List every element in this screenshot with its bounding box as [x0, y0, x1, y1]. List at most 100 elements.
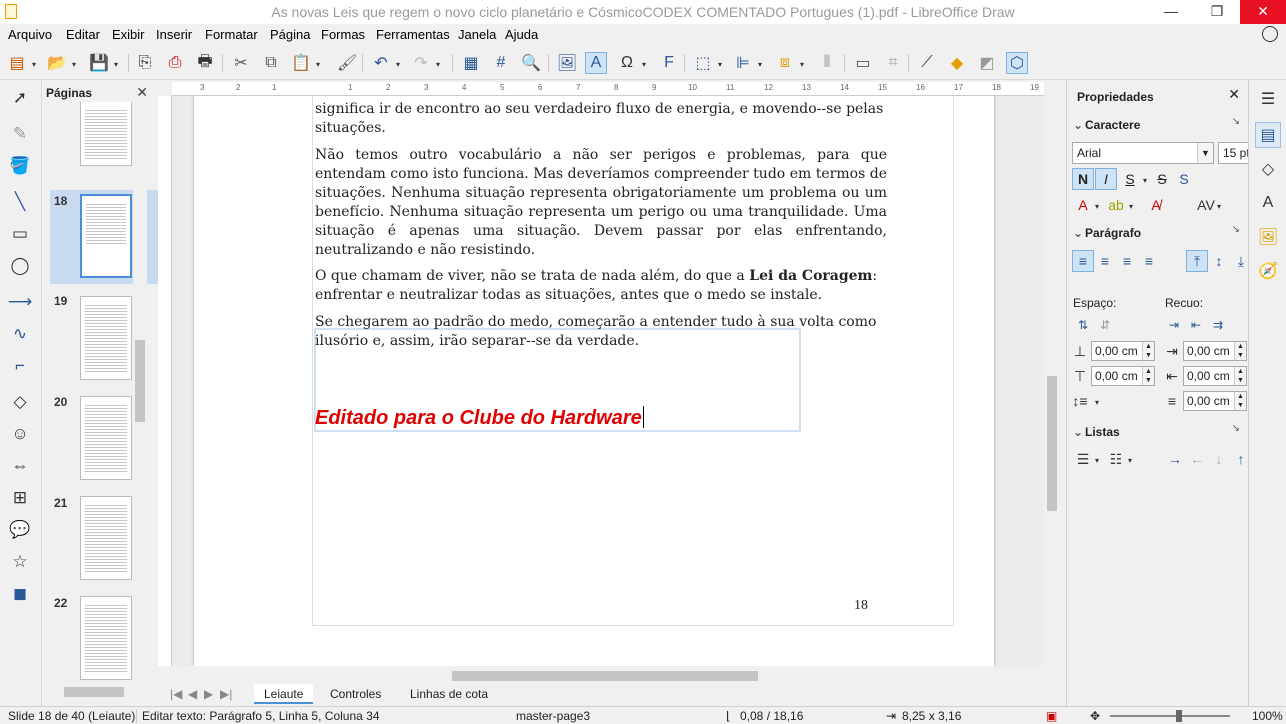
paragraph[interactable]: significa ir de encontro ao seu verdadei… [315, 100, 887, 138]
3d-objects-icon[interactable]: ◼ [6, 582, 34, 606]
canvas-hscrollbar[interactable] [158, 668, 1044, 684]
menu-exibir[interactable]: Exibir [112, 27, 145, 42]
styles-tab-icon[interactable]: A [1255, 190, 1281, 216]
zoom-level[interactable]: 100% [1252, 709, 1283, 723]
drawing-canvas[interactable]: significa ir de encontro ao seu verdadei… [172, 96, 1044, 666]
next-tab-icon[interactable]: ▶ [204, 687, 213, 701]
zoom-icon[interactable]: 🔍 [520, 52, 542, 74]
ellipse-icon[interactable]: ◯ [6, 254, 34, 278]
fill-color-icon[interactable]: 🪣 [6, 154, 34, 178]
strikethrough-button[interactable]: S [1151, 168, 1173, 190]
align-top-icon[interactable]: ⤒ [1186, 250, 1208, 272]
clone-formatting-icon[interactable]: 🖌 [336, 52, 358, 74]
hanging-indent-icon[interactable]: ⇉ [1207, 314, 1229, 336]
font-size-combo[interactable]: 15 pt [1218, 142, 1250, 164]
tab-linhas-de-cota[interactable]: Linhas de cota [400, 684, 498, 704]
more-options-icon[interactable]: ↘ [1232, 116, 1240, 127]
textbox-icon[interactable]: A [585, 52, 607, 74]
decrease-indent-icon[interactable]: ⇤ [1185, 314, 1207, 336]
menu-editar[interactable]: Editar [66, 27, 100, 42]
section-paragrafo[interactable]: ⌄ Parágrafo [1073, 226, 1141, 240]
helplines-icon[interactable]: # [490, 52, 512, 74]
shadow-icon[interactable]: ▭ [852, 52, 874, 74]
slide-pane-hscrollbar[interactable] [48, 684, 148, 700]
zoom-slider[interactable] [1110, 710, 1230, 722]
copy-icon[interactable]: ⧉ [260, 52, 282, 74]
special-character-icon[interactable]: Ω [616, 52, 638, 74]
slide-pane-scrollbar[interactable] [133, 108, 147, 680]
shapes-tab-icon[interactable]: ◇ [1255, 156, 1281, 182]
navigator-tab-icon[interactable]: 🧭 [1255, 258, 1281, 284]
bold-button[interactable]: N [1072, 168, 1094, 190]
vertical-ruler[interactable] [158, 96, 172, 666]
menu-pagina[interactable]: Página [270, 27, 310, 42]
align-middle-icon[interactable]: ↕ [1208, 250, 1230, 272]
connectors-icon[interactable]: ⌐ [6, 354, 34, 378]
align-left-icon[interactable]: ≡ [1072, 250, 1094, 272]
tab-leiaute[interactable]: Leiaute [254, 684, 314, 704]
clear-formatting-icon[interactable]: A̸ [1145, 194, 1167, 216]
fit-page-icon[interactable]: ✥ [1090, 709, 1100, 723]
menu-arquivo[interactable]: Arquivo [8, 27, 52, 42]
highlight-icon[interactable]: ab [1105, 194, 1127, 216]
sidebar-menu-icon[interactable]: ☰ [1255, 86, 1281, 112]
first-line-indent-input[interactable]: 0,00 cm ▲ ▼ [1183, 391, 1247, 411]
slide-thumbnail[interactable] [80, 396, 132, 480]
slide-thumbnail[interactable] [80, 102, 132, 166]
minimize-button[interactable]: — [1148, 0, 1194, 24]
after-indent-input[interactable]: 0,00 cm ▲ ▼ [1183, 366, 1247, 386]
glue-points-icon[interactable]: ◆ [946, 52, 968, 74]
line-color-icon[interactable]: ✎ [6, 122, 34, 146]
above-spacing-input[interactable]: 0,00 cm ▲ ▼ [1091, 341, 1155, 361]
export-icon[interactable]: ⎘ [134, 52, 156, 74]
section-listas[interactable]: ⌄ Listas [1073, 425, 1120, 439]
menu-formas[interactable]: Formas [321, 27, 365, 42]
flowchart-icon[interactable]: ⊞ [6, 486, 34, 510]
first-tab-icon[interactable]: |◀ [170, 687, 182, 701]
save-icon[interactable]: 💾 [88, 52, 110, 74]
justify-icon[interactable]: ≡ [1138, 250, 1160, 272]
grid-icon[interactable]: ▦ [460, 52, 482, 74]
section-caractere[interactable]: ⌄ Caractere [1073, 118, 1140, 132]
paragraph[interactable]: Não temos outro vocabulário a não ser pe… [315, 146, 887, 260]
slide-pane-close-icon[interactable]: ✕ [136, 84, 148, 101]
show-draw-functions-icon[interactable]: ⬡ [1006, 52, 1028, 74]
globe-icon[interactable] [1262, 26, 1278, 42]
underline-button[interactable]: S [1119, 168, 1141, 190]
horizontal-ruler[interactable]: 3 2 1 1 2 3 4 5 6 7 8 9 10 11 12 13 14 1… [172, 82, 1044, 96]
lines-arrows-icon[interactable]: ⟶ [6, 290, 34, 314]
symbol-shapes-icon[interactable]: ☺ [6, 422, 34, 446]
promote-icon[interactable]: ← [1186, 448, 1208, 470]
demote-icon[interactable]: → [1164, 448, 1186, 470]
decrease-spacing-icon[interactable]: ⇵ [1094, 314, 1116, 336]
export-pdf-icon[interactable]: ⎙ [164, 52, 186, 74]
slide-thumbnail[interactable] [80, 496, 132, 580]
toggle-extrusion-icon[interactable]: ◩ [976, 52, 998, 74]
menu-formatar[interactable]: Formatar [205, 27, 258, 42]
image-icon[interactable]: 🖼 [556, 52, 578, 74]
distribute-icon[interactable]: ⫴ [816, 52, 838, 74]
gallery-tab-icon[interactable]: 🖼 [1255, 224, 1281, 250]
close-button[interactable]: ✕ [1240, 0, 1286, 24]
menu-ajuda[interactable]: Ajuda [505, 27, 538, 42]
restore-button[interactable]: ❐ [1194, 0, 1240, 24]
block-arrows-icon[interactable]: ⇔ [6, 454, 34, 478]
align-right-icon[interactable]: ≡ [1116, 250, 1138, 272]
rectangle-icon[interactable]: ▭ [6, 222, 34, 246]
numbered-list-icon[interactable]: ☷ [1105, 448, 1127, 470]
insert-line-icon[interactable]: ╲ [6, 190, 34, 214]
bullet-list-icon[interactable]: ☰ [1072, 448, 1094, 470]
below-spacing-input[interactable]: 0,00 cm ▲ ▼ [1091, 366, 1155, 386]
increase-spacing-icon[interactable]: ⇅ [1072, 314, 1094, 336]
font-color-icon[interactable]: A [1072, 194, 1094, 216]
open-icon[interactable]: 📂 [46, 52, 68, 74]
align-center-icon[interactable]: ≡ [1094, 250, 1116, 272]
crop-icon[interactable]: ⌗ [882, 52, 904, 74]
paragraph[interactable]: O que chamam de viver, não se trata de n… [315, 267, 887, 305]
undo-icon[interactable]: ↶ [370, 52, 392, 74]
align-objects-icon[interactable]: ⊫ [732, 52, 754, 74]
cut-icon[interactable]: ✂ [230, 52, 252, 74]
more-options-icon[interactable]: ↘ [1232, 423, 1240, 434]
tab-controles[interactable]: Controles [320, 684, 391, 704]
italic-button[interactable]: I [1095, 168, 1117, 190]
